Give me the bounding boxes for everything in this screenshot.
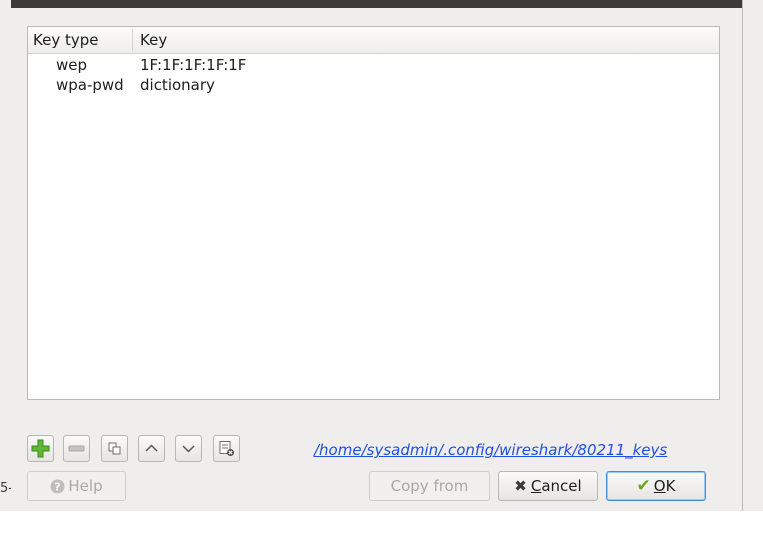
svg-text:?: ? — [55, 480, 61, 493]
ok-mnemonic: O — [653, 477, 666, 495]
clear-icon — [219, 441, 234, 456]
wireless-keys-dialog: Key type Key wep 1F:1F:1F:1F:1F wpa-pwd … — [11, 0, 743, 511]
move-up-button[interactable] — [138, 435, 165, 462]
column-divider[interactable] — [132, 29, 133, 51]
help-icon: ? — [50, 479, 65, 493]
table-row[interactable]: wep 1F:1F:1F:1F:1F — [28, 55, 719, 75]
remove-icon — [68, 445, 85, 452]
copy-from-label: Copy from — [390, 477, 469, 495]
ok-button[interactable]: ✔ OK — [606, 471, 706, 501]
table-header: Key type Key — [28, 27, 719, 54]
copy-icon — [108, 442, 121, 455]
add-key-button[interactable] — [27, 435, 54, 462]
cancel-icon: ✖ — [514, 477, 527, 495]
move-up-icon — [145, 444, 158, 452]
table-row[interactable]: wpa-pwd dictionary — [28, 75, 719, 95]
help-label: Help — [68, 477, 103, 495]
move-down-button[interactable] — [175, 435, 202, 462]
keys-file-path-link[interactable]: /home/sysadmin/.config/wireshark/80211_k… — [314, 441, 667, 459]
cancel-label: ancel — [541, 477, 582, 495]
column-header-key[interactable]: Key — [140, 31, 167, 49]
move-down-icon — [182, 445, 195, 453]
clear-keys-button[interactable] — [213, 435, 240, 462]
titlebar-edge — [11, 0, 742, 8]
background-window-edge-right — [742, 0, 763, 511]
add-icon — [31, 439, 50, 458]
cell-key-type: wpa-pwd — [56, 76, 124, 94]
cell-key-type: wep — [56, 56, 88, 74]
keys-table[interactable]: Key type Key wep 1F:1F:1F:1F:1F wpa-pwd … — [27, 26, 720, 400]
cell-key: 1F:1F:1F:1F:1F — [140, 56, 247, 74]
remove-key-button[interactable] — [63, 435, 90, 462]
cancel-button[interactable]: ✖ Cancel — [498, 471, 598, 501]
column-header-key-type[interactable]: Key type — [33, 31, 98, 49]
ok-label: K — [665, 477, 676, 495]
cell-key: dictionary — [140, 76, 215, 94]
copy-from-button[interactable]: Copy from — [369, 471, 490, 501]
cancel-mnemonic: C — [530, 477, 542, 495]
copy-key-button[interactable] — [101, 435, 128, 462]
help-button[interactable]: ? Help — [27, 471, 126, 501]
checkmark-icon: ✔ — [636, 476, 651, 496]
